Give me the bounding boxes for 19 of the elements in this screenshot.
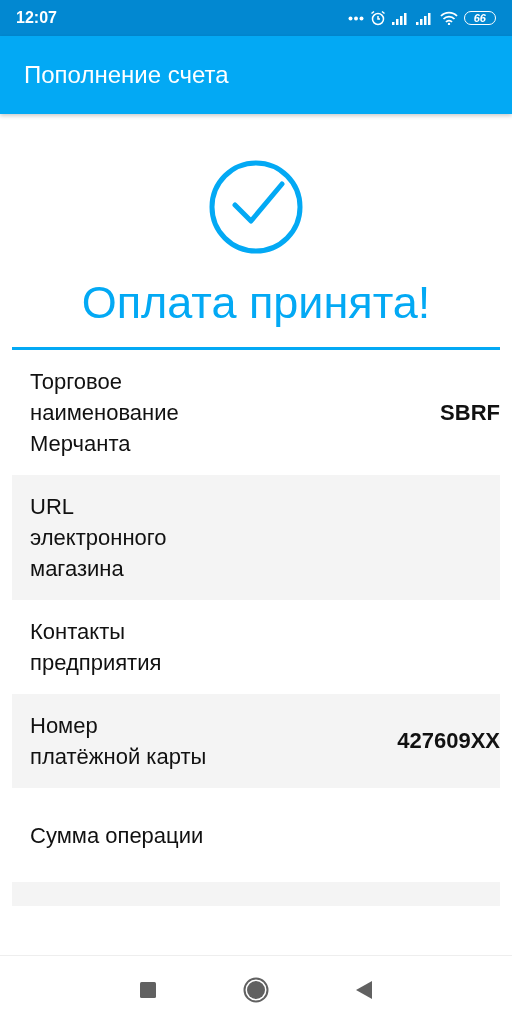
detail-label: Номер платёжной карты (30, 712, 208, 771)
home-icon[interactable] (243, 977, 269, 1003)
detail-value: 427609XX (397, 728, 500, 754)
wifi-icon (439, 11, 458, 25)
detail-label: URL электронного магазина (30, 493, 168, 583)
signal-icon (415, 11, 434, 25)
square-icon[interactable] (139, 981, 157, 999)
detail-value: SBRF (440, 399, 500, 426)
detail-label: Контакты предприятия (30, 618, 163, 677)
status-time: 12:07 (16, 9, 57, 27)
result-heading: Оплата принята! (81, 276, 431, 330)
back-icon[interactable] (355, 980, 373, 1000)
detail-label: Торговое наименование Мерчанта (30, 368, 180, 458)
more-dots-icon (347, 15, 364, 21)
signal-icon (391, 11, 410, 25)
check-circle-icon (208, 159, 304, 255)
alarm-icon (369, 10, 386, 26)
app-bar-title: Пополнение счета (24, 61, 229, 89)
detail-label: Сумма операции (30, 821, 205, 850)
